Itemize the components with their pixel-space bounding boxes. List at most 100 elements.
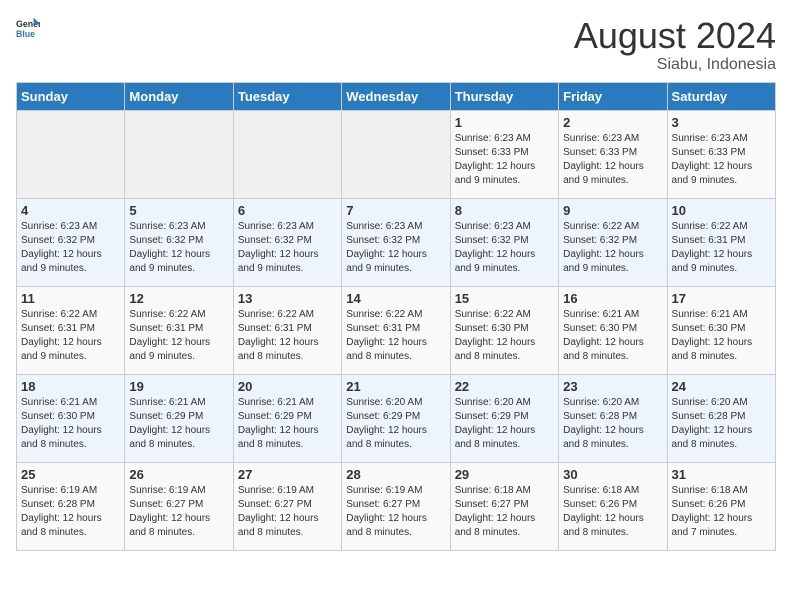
day-number: 24 (672, 379, 771, 394)
day-info: Sunrise: 6:22 AM Sunset: 6:32 PM Dayligh… (563, 220, 662, 276)
day-number: 17 (672, 291, 771, 306)
day-number: 15 (455, 291, 554, 306)
day-number: 16 (563, 291, 662, 306)
calendar-cell: 10Sunrise: 6:22 AM Sunset: 6:31 PM Dayli… (667, 198, 775, 286)
day-number: 10 (672, 203, 771, 218)
day-number: 27 (238, 467, 337, 482)
calendar-cell: 9 Sunrise: 6:22 AM Sunset: 6:32 PM Daylig… (559, 198, 667, 286)
day-info: Sunrise: 6:20 AM Sunset: 6:28 PM Dayligh… (672, 396, 771, 452)
day-number: 19 (129, 379, 228, 394)
calendar-cell: 4 Sunrise: 6:23 AM Sunset: 6:32 PM Daylig… (17, 198, 125, 286)
calendar-cell: 8 Sunrise: 6:23 AM Sunset: 6:32 PM Daylig… (450, 198, 558, 286)
calendar-cell: 28 Sunrise: 6:19 AM Sunset: 6:27 PM Dayli… (342, 462, 450, 550)
calendar-cell: 24 Sunrise: 6:20 AM Sunset: 6:28 PM Dayli… (667, 374, 775, 462)
calendar-cell: 25 Sunrise: 6:19 AM Sunset: 6:28 PM Dayli… (17, 462, 125, 550)
day-info: Sunrise: 6:23 AM Sunset: 6:32 PM Dayligh… (21, 220, 120, 276)
day-number: 7 (346, 203, 445, 218)
day-number: 28 (346, 467, 445, 482)
day-info: Sunrise: 6:19 AM Sunset: 6:28 PM Dayligh… (21, 484, 120, 540)
day-number: 8 (455, 203, 554, 218)
calendar-cell: 11Sunrise: 6:22 AM Sunset: 6:31 PM Dayli… (17, 286, 125, 374)
day-info: Sunrise: 6:23 AM Sunset: 6:33 PM Dayligh… (455, 132, 554, 188)
day-number: 13 (238, 291, 337, 306)
day-info: Sunrise: 6:18 AM Sunset: 6:26 PM Dayligh… (563, 484, 662, 540)
calendar-cell: 3 Sunrise: 6:23 AM Sunset: 6:33 PM Daylig… (667, 110, 775, 198)
day-info: Sunrise: 6:18 AM Sunset: 6:27 PM Dayligh… (455, 484, 554, 540)
day-info: Sunrise: 6:20 AM Sunset: 6:28 PM Dayligh… (563, 396, 662, 452)
title-area: August 2024 Siabu, Indonesia (574, 16, 776, 74)
calendar-cell: 23 Sunrise: 6:20 AM Sunset: 6:28 PM Dayli… (559, 374, 667, 462)
day-info: Sunrise: 6:22 AM Sunset: 6:31 PM Dayligh… (346, 308, 445, 364)
header-day-sunday: Sunday (17, 82, 125, 110)
calendar-cell: 22Sunrise: 6:20 AM Sunset: 6:29 PM Dayli… (450, 374, 558, 462)
logo: General Blue (16, 16, 40, 45)
header-day-thursday: Thursday (450, 82, 558, 110)
week-row-4: 18Sunrise: 6:21 AM Sunset: 6:30 PM Dayli… (17, 374, 776, 462)
calendar-cell: 19 Sunrise: 6:21 AM Sunset: 6:29 PM Dayli… (125, 374, 233, 462)
calendar-cell (342, 110, 450, 198)
day-info: Sunrise: 6:19 AM Sunset: 6:27 PM Dayligh… (129, 484, 228, 540)
day-info: Sunrise: 6:20 AM Sunset: 6:29 PM Dayligh… (455, 396, 554, 452)
day-number: 4 (21, 203, 120, 218)
day-info: Sunrise: 6:22 AM Sunset: 6:31 PM Dayligh… (238, 308, 337, 364)
day-info: Sunrise: 6:22 AM Sunset: 6:31 PM Dayligh… (129, 308, 228, 364)
svg-text:Blue: Blue (16, 29, 35, 39)
day-info: Sunrise: 6:19 AM Sunset: 6:27 PM Dayligh… (238, 484, 337, 540)
calendar-cell: 21 Sunrise: 6:20 AM Sunset: 6:29 PM Dayli… (342, 374, 450, 462)
calendar-cell: 14 Sunrise: 6:22 AM Sunset: 6:31 PM Dayli… (342, 286, 450, 374)
header-day-wednesday: Wednesday (342, 82, 450, 110)
calendar-cell: 12 Sunrise: 6:22 AM Sunset: 6:31 PM Dayli… (125, 286, 233, 374)
week-row-5: 25 Sunrise: 6:19 AM Sunset: 6:28 PM Dayli… (17, 462, 776, 550)
calendar-cell: 27 Sunrise: 6:19 AM Sunset: 6:27 PM Dayli… (233, 462, 341, 550)
day-info: Sunrise: 6:19 AM Sunset: 6:27 PM Dayligh… (346, 484, 445, 540)
day-info: Sunrise: 6:21 AM Sunset: 6:29 PM Dayligh… (129, 396, 228, 452)
calendar-cell: 1 Sunrise: 6:23 AM Sunset: 6:33 PM Daylig… (450, 110, 558, 198)
day-info: Sunrise: 6:23 AM Sunset: 6:33 PM Dayligh… (672, 132, 771, 188)
calendar-header-row: SundayMondayTuesdayWednesdayThursdayFrid… (17, 82, 776, 110)
calendar-cell: 17 Sunrise: 6:21 AM Sunset: 6:30 PM Dayli… (667, 286, 775, 374)
day-number: 26 (129, 467, 228, 482)
day-number: 30 (563, 467, 662, 482)
calendar-cell: 29Sunrise: 6:18 AM Sunset: 6:27 PM Dayli… (450, 462, 558, 550)
day-number: 1 (455, 115, 554, 130)
day-number: 3 (672, 115, 771, 130)
header-day-monday: Monday (125, 82, 233, 110)
calendar-body: 1 Sunrise: 6:23 AM Sunset: 6:33 PM Daylig… (17, 110, 776, 550)
day-info: Sunrise: 6:23 AM Sunset: 6:33 PM Dayligh… (563, 132, 662, 188)
day-number: 23 (563, 379, 662, 394)
calendar-cell: 18Sunrise: 6:21 AM Sunset: 6:30 PM Dayli… (17, 374, 125, 462)
day-number: 5 (129, 203, 228, 218)
day-info: Sunrise: 6:22 AM Sunset: 6:31 PM Dayligh… (21, 308, 120, 364)
calendar-cell: 20Sunrise: 6:21 AM Sunset: 6:29 PM Dayli… (233, 374, 341, 462)
calendar-cell: 13 Sunrise: 6:22 AM Sunset: 6:31 PM Dayli… (233, 286, 341, 374)
month-year-title: August 2024 (574, 16, 776, 56)
day-number: 31 (672, 467, 771, 482)
day-info: Sunrise: 6:21 AM Sunset: 6:30 PM Dayligh… (672, 308, 771, 364)
calendar-cell: 2Sunrise: 6:23 AM Sunset: 6:33 PM Daylig… (559, 110, 667, 198)
calendar-cell: 26 Sunrise: 6:19 AM Sunset: 6:27 PM Dayli… (125, 462, 233, 550)
day-info: Sunrise: 6:23 AM Sunset: 6:32 PM Dayligh… (455, 220, 554, 276)
header-day-tuesday: Tuesday (233, 82, 341, 110)
day-number: 9 (563, 203, 662, 218)
day-info: Sunrise: 6:23 AM Sunset: 6:32 PM Dayligh… (346, 220, 445, 276)
calendar-cell: 16Sunrise: 6:21 AM Sunset: 6:30 PM Dayli… (559, 286, 667, 374)
day-number: 21 (346, 379, 445, 394)
calendar-cell (17, 110, 125, 198)
header-day-friday: Friday (559, 82, 667, 110)
day-number: 14 (346, 291, 445, 306)
day-info: Sunrise: 6:23 AM Sunset: 6:32 PM Dayligh… (129, 220, 228, 276)
day-number: 25 (21, 467, 120, 482)
day-number: 12 (129, 291, 228, 306)
page-header: General Blue August 2024 Siabu, Indonesi… (16, 16, 776, 74)
day-number: 6 (238, 203, 337, 218)
day-number: 20 (238, 379, 337, 394)
location-subtitle: Siabu, Indonesia (574, 56, 776, 74)
day-info: Sunrise: 6:20 AM Sunset: 6:29 PM Dayligh… (346, 396, 445, 452)
calendar-cell: 31Sunrise: 6:18 AM Sunset: 6:26 PM Dayli… (667, 462, 775, 550)
calendar-cell: 6Sunrise: 6:23 AM Sunset: 6:32 PM Daylig… (233, 198, 341, 286)
calendar-table: SundayMondayTuesdayWednesdayThursdayFrid… (16, 82, 776, 551)
day-number: 18 (21, 379, 120, 394)
logo-graphic: General Blue (16, 16, 40, 45)
calendar-cell: 15Sunrise: 6:22 AM Sunset: 6:30 PM Dayli… (450, 286, 558, 374)
week-row-2: 4 Sunrise: 6:23 AM Sunset: 6:32 PM Daylig… (17, 198, 776, 286)
